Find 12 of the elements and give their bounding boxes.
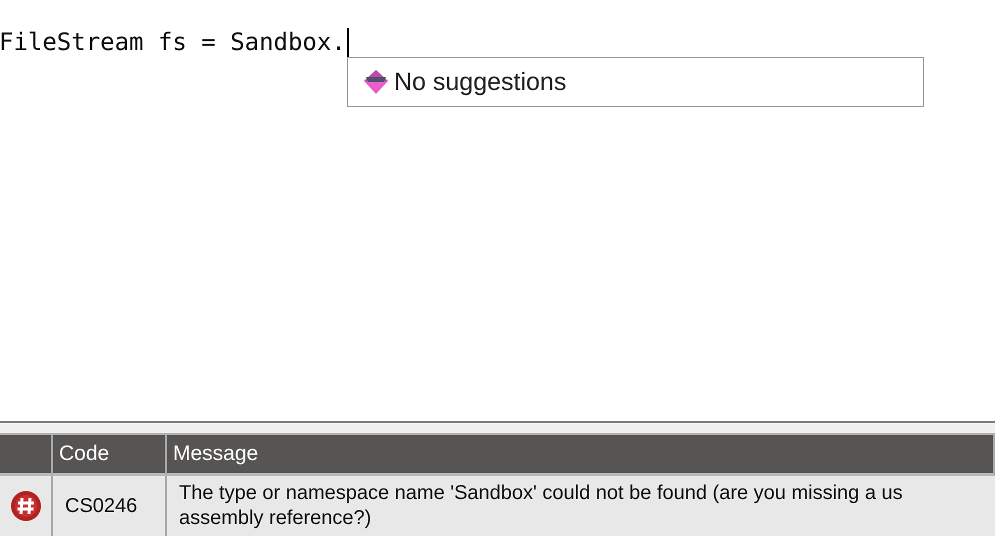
code-line: FileStream fs = Sandbox. bbox=[0, 28, 346, 56]
column-header[interactable] bbox=[0, 435, 53, 476]
error-message: The type or namespace name 'Sandbox' could not be found (are you missing a us bbox=[179, 481, 903, 506]
error-code: CS0246 bbox=[53, 476, 167, 536]
column-header[interactable]: Code bbox=[53, 435, 167, 476]
error-message: assembly reference?) bbox=[179, 506, 372, 531]
column-header[interactable]: Message bbox=[167, 435, 995, 476]
panel-splitter[interactable] bbox=[0, 421, 995, 435]
error-icon bbox=[10, 490, 42, 522]
suggestion-icon bbox=[362, 68, 390, 96]
no-suggestions-text: No suggestions bbox=[394, 68, 566, 96]
text-caret bbox=[346, 28, 349, 58]
